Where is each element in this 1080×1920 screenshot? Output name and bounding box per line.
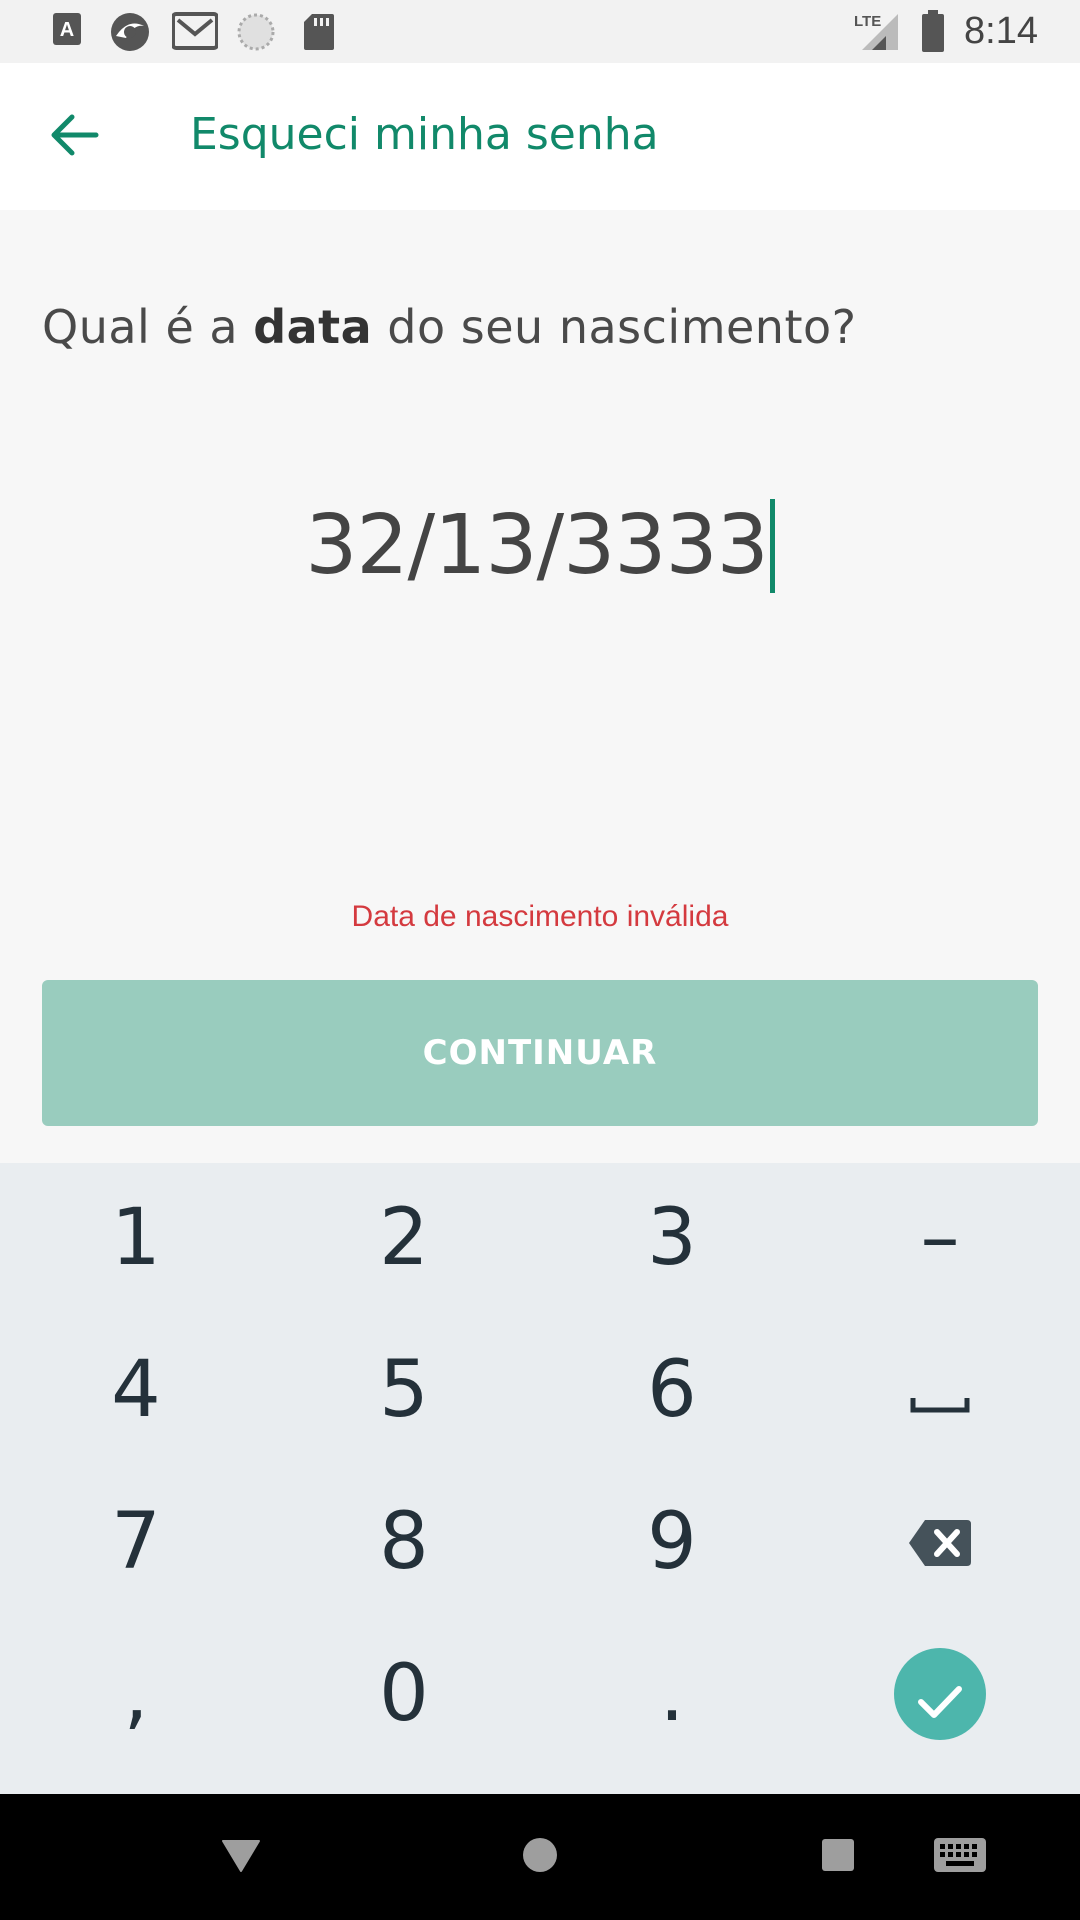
key-2[interactable]: 2 (270, 1163, 538, 1313)
page-title: Esqueci minha senha (190, 109, 659, 160)
key-3[interactable]: 3 (538, 1163, 806, 1313)
nav-back-button[interactable] (206, 1822, 276, 1892)
question-suffix: do seu nascimento? (372, 300, 857, 354)
app-bar: Esqueci minha senha (0, 63, 1080, 210)
continue-button[interactable]: CONTINUAR (42, 980, 1038, 1126)
birthdate-value: 32/13/3333 (305, 498, 769, 593)
svg-text:A: A (60, 19, 74, 41)
keyboard-icon (933, 1837, 987, 1878)
date-input-container: 32/13/3333 (0, 498, 1080, 593)
check-icon (917, 1649, 963, 1739)
status-time: 8:14 (964, 10, 1038, 52)
enter-key-circle (894, 1648, 986, 1740)
nav-home-button[interactable] (505, 1822, 575, 1892)
arrow-left-icon (50, 113, 100, 162)
question-bold: data (253, 300, 373, 354)
space-icon (910, 1345, 970, 1435)
question-prefix: Qual é a (42, 300, 254, 354)
status-bar: A LTE 8:14 (0, 0, 1080, 63)
browser-icon (106, 12, 154, 57)
font-a-icon: A (52, 12, 84, 53)
nav-recents-button[interactable] (803, 1822, 873, 1892)
sd-card-icon (302, 12, 336, 57)
back-triangle-icon (221, 1837, 261, 1878)
key-comma[interactable]: , (2, 1619, 270, 1769)
key-6[interactable]: 6 (538, 1315, 806, 1465)
key-backspace[interactable] (806, 1467, 1074, 1617)
backspace-icon (907, 1497, 973, 1587)
battery-icon (920, 10, 946, 57)
system-nav-bar (0, 1794, 1080, 1920)
signal-icon: LTE (852, 10, 902, 59)
key-4[interactable]: 4 (2, 1315, 270, 1465)
loading-icon (236, 12, 276, 57)
numeric-keyboard: 1 2 3 – 4 5 6 7 8 9 , 0 . (0, 1163, 1080, 1794)
key-0[interactable]: 0 (270, 1619, 538, 1769)
svg-text:LTE: LTE (854, 13, 881, 30)
key-8[interactable]: 8 (270, 1467, 538, 1617)
key-enter[interactable] (806, 1619, 1074, 1769)
key-5[interactable]: 5 (270, 1315, 538, 1465)
question-heading: Qual é a data do seu nascimento? (42, 300, 857, 354)
birthdate-input[interactable]: 32/13/3333 (305, 498, 775, 593)
text-caret (769, 498, 775, 593)
error-message: Data de nascimento inválida (351, 900, 729, 933)
key-9[interactable]: 9 (538, 1467, 806, 1617)
recents-square-icon (820, 1837, 856, 1878)
nav-keyboard-button[interactable] (925, 1822, 995, 1892)
gmail-icon (171, 12, 219, 55)
home-circle-icon (521, 1836, 559, 1879)
key-period[interactable]: . (538, 1619, 806, 1769)
key-7[interactable]: 7 (2, 1467, 270, 1617)
key-space[interactable] (806, 1315, 1074, 1465)
key-dash[interactable]: – (806, 1163, 1074, 1313)
key-1[interactable]: 1 (2, 1163, 270, 1313)
back-button[interactable] (30, 99, 120, 175)
